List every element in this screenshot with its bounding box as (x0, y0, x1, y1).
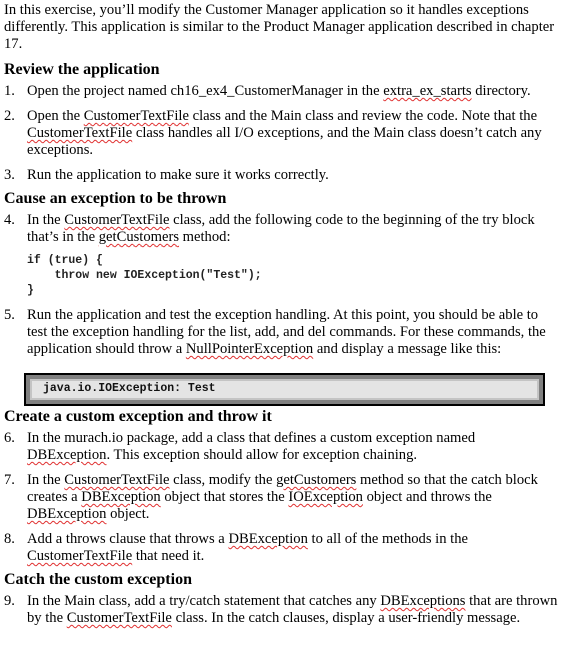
document: In this exercise, you’ll modify the Cust… (4, 0, 560, 627)
section-heading-create-exception: Create a custom exception and throw it (4, 408, 272, 425)
spellcheck-word: DBException (27, 447, 107, 463)
step-8: 8. Add a throws clause that throws a DBE… (4, 531, 468, 564)
section-heading-review: Review the application (4, 61, 160, 78)
section-heading-cause-exception: Cause an exception to be thrown (4, 190, 227, 207)
spellcheck-word: extra_ex_starts (383, 83, 472, 99)
spellcheck-word: CustomerTextFile (64, 212, 170, 228)
step-2: 2. Open the CustomerTextFile class and t… (4, 108, 542, 158)
spellcheck-word: CustomerTextFile (64, 472, 170, 488)
console-output-text: java.io.IOException: Test (30, 379, 539, 400)
spellcheck-word: CustomerTextFile (83, 108, 189, 124)
spellcheck-word: DBExceptions (380, 593, 466, 609)
step-5: 5. Run the application and test the exce… (4, 307, 546, 357)
step-9: 9. In the Main class, add a try/catch st… (4, 593, 558, 626)
code-line: } (27, 284, 34, 297)
spellcheck-word: getCustomers (98, 229, 180, 245)
spellcheck-word: DBException (228, 531, 308, 547)
section-heading-catch-exception: Catch the custom exception (4, 571, 192, 588)
spellcheck-word: CustomerTextFile (27, 125, 133, 141)
intro-paragraph: In this exercise, you’ll modify the Cust… (4, 2, 555, 52)
step-6: 6. In the murach.io package, add a class… (4, 430, 476, 463)
spellcheck-word: CustomerTextFile (27, 548, 133, 564)
spellcheck-word: DBException (27, 506, 107, 522)
code-block: if (true) { throw new IOException("Test"… (4, 253, 560, 298)
code-line: if (true) { (27, 254, 103, 267)
spellcheck-word: NullPointerException (185, 341, 314, 357)
spellcheck-word: IOException (288, 489, 363, 505)
step-1: 1. Open the project named ch16_ex4_Custo… (4, 83, 531, 99)
step-3: 3. Run the application to make sure it w… (4, 167, 329, 183)
console-output-box: java.io.IOException: Test (24, 373, 545, 406)
code-line: throw new IOException("Test"); (27, 269, 262, 282)
step-7: 7. In the CustomerTextFile class, modify… (4, 472, 538, 522)
spellcheck-word: getCustomers (276, 472, 357, 488)
step-4: 4. In the CustomerTextFile class, add th… (4, 212, 535, 245)
spellcheck-word: CustomerTextFile (66, 610, 172, 626)
spellcheck-word: DBException (81, 489, 161, 505)
